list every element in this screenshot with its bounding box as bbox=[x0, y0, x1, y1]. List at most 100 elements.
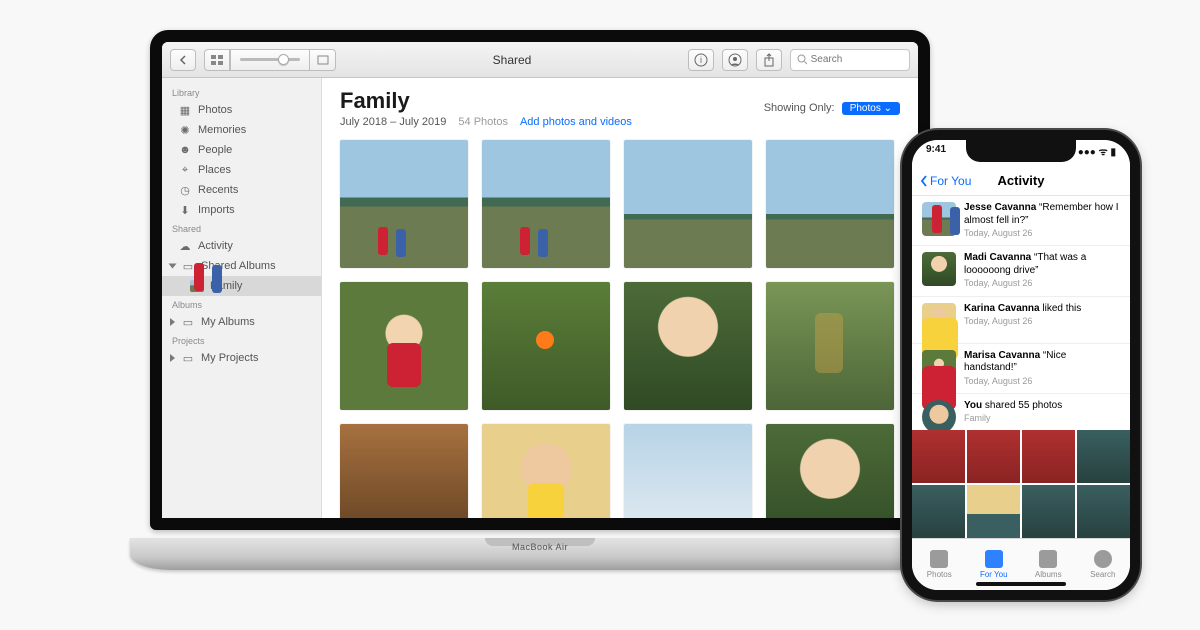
albums-icon: ▭ bbox=[181, 260, 195, 272]
macbook-base: MacBook Air bbox=[130, 538, 950, 570]
chevron-left-icon bbox=[920, 175, 928, 187]
info-button[interactable]: i bbox=[688, 49, 714, 71]
shared-thumbnails[interactable] bbox=[912, 430, 1130, 538]
search-tab-icon bbox=[1094, 550, 1112, 568]
folder-icon: ▭ bbox=[181, 352, 195, 364]
grid-view-icon[interactable] bbox=[204, 49, 230, 71]
albums-tab-icon bbox=[1039, 550, 1057, 568]
sidebar-item-shared-albums[interactable]: ▭Shared Albums bbox=[162, 256, 321, 276]
disclosure-icon[interactable] bbox=[169, 264, 177, 269]
memories-icon: ✺ bbox=[178, 124, 192, 136]
filter-label: Showing Only: bbox=[764, 102, 835, 114]
sidebar-item-people[interactable]: ☻People bbox=[162, 140, 321, 160]
sidebar-item-activity[interactable]: ☁Activity bbox=[162, 236, 321, 256]
shared-thumb[interactable] bbox=[1077, 430, 1130, 483]
sidebar-heading-library: Library bbox=[162, 84, 321, 100]
iphone-notch bbox=[966, 140, 1076, 162]
zoom-slider[interactable] bbox=[230, 49, 310, 71]
folder-icon: ▭ bbox=[181, 316, 195, 328]
photo-thumbnail[interactable] bbox=[766, 140, 894, 268]
photo-thumbnail[interactable] bbox=[340, 282, 468, 410]
photo-thumbnail[interactable] bbox=[340, 140, 468, 268]
window-toolbar: Shared i bbox=[162, 42, 918, 78]
sidebar-item-photos[interactable]: ▦Photos bbox=[162, 100, 321, 120]
disclosure-icon[interactable] bbox=[170, 318, 175, 326]
nav-title: Activity bbox=[998, 173, 1045, 188]
disclosure-icon[interactable] bbox=[170, 354, 175, 362]
sidebar-heading-projects: Projects bbox=[162, 332, 321, 348]
status-indicators: ●●● ᯤ ▮ bbox=[1078, 144, 1116, 158]
iphone-frame: 9:41 ●●● ᯤ ▮ For You Activity Jesse Cava… bbox=[902, 130, 1140, 600]
view-mode-segment[interactable] bbox=[204, 49, 336, 71]
photo-thumbnail[interactable] bbox=[766, 282, 894, 410]
activity-thumb bbox=[922, 202, 956, 236]
macbook-frame: Shared i Library ▦Pho bbox=[130, 30, 950, 570]
add-photos-link[interactable]: Add photos and videos bbox=[520, 116, 632, 128]
single-view-icon[interactable] bbox=[310, 49, 336, 71]
shared-thumb[interactable] bbox=[1077, 485, 1130, 538]
sidebar: Library ▦Photos ✺Memories ☻People ⌖Place… bbox=[162, 78, 322, 518]
activity-list[interactable]: Jesse Cavanna “Remember how I almost fel… bbox=[912, 196, 1130, 430]
shared-thumb[interactable] bbox=[912, 430, 965, 483]
activity-item[interactable]: Jesse Cavanna “Remember how I almost fel… bbox=[912, 196, 1130, 246]
filter-dropdown[interactable]: Photos ⌄ bbox=[842, 102, 900, 115]
photo-grid bbox=[340, 140, 900, 518]
chevron-down-icon: ⌄ bbox=[884, 103, 892, 114]
photo-thumbnail[interactable] bbox=[624, 282, 752, 410]
sidebar-item-recents[interactable]: ◷Recents bbox=[162, 180, 321, 200]
album-date-range: July 2018 – July 2019 bbox=[340, 116, 446, 128]
activity-thumb bbox=[922, 252, 956, 286]
photos-app-window: Shared i Library ▦Pho bbox=[162, 42, 918, 518]
people-icon: ☻ bbox=[178, 144, 192, 156]
tab-search[interactable]: Search bbox=[1076, 539, 1131, 590]
photo-thumbnail[interactable] bbox=[482, 424, 610, 518]
imports-icon: ⬇ bbox=[178, 204, 192, 216]
sidebar-item-my-albums[interactable]: ▭My Albums bbox=[162, 312, 321, 332]
sidebar-item-places[interactable]: ⌖Places bbox=[162, 160, 321, 180]
search-field[interactable] bbox=[790, 49, 910, 71]
shared-thumb[interactable] bbox=[1022, 485, 1075, 538]
avatar bbox=[922, 400, 956, 430]
search-icon bbox=[797, 54, 807, 65]
back-button[interactable] bbox=[170, 49, 196, 71]
add-people-button[interactable] bbox=[722, 49, 748, 71]
nav-bar: For You Activity bbox=[912, 166, 1130, 196]
album-thumb-icon bbox=[190, 280, 204, 292]
home-indicator[interactable] bbox=[976, 582, 1066, 586]
window-title: Shared bbox=[344, 53, 680, 67]
sidebar-item-my-projects[interactable]: ▭My Projects bbox=[162, 348, 321, 368]
photos-icon: ▦ bbox=[178, 104, 192, 116]
svg-text:i: i bbox=[700, 55, 702, 65]
sidebar-heading-shared: Shared bbox=[162, 220, 321, 236]
activity-item[interactable]: Madi Cavanna “That was a loooooong drive… bbox=[912, 246, 1130, 296]
shared-thumb[interactable] bbox=[1022, 430, 1075, 483]
activity-thumb bbox=[922, 350, 956, 384]
album-photo-count: 54 Photos bbox=[458, 116, 508, 128]
recents-icon: ◷ bbox=[178, 184, 192, 196]
places-icon: ⌖ bbox=[178, 164, 192, 176]
sidebar-item-imports[interactable]: ⬇Imports bbox=[162, 200, 321, 220]
sidebar-heading-albums: Albums bbox=[162, 296, 321, 312]
shared-thumb[interactable] bbox=[967, 485, 1020, 538]
activity-thumb bbox=[922, 303, 956, 337]
shared-thumb[interactable] bbox=[912, 485, 965, 538]
photo-thumbnail[interactable] bbox=[624, 140, 752, 268]
sidebar-item-memories[interactable]: ✺Memories bbox=[162, 120, 321, 140]
photo-thumbnail[interactable] bbox=[482, 140, 610, 268]
photo-thumbnail[interactable] bbox=[766, 424, 894, 518]
share-button[interactable] bbox=[756, 49, 782, 71]
sidebar-item-family[interactable]: Family bbox=[162, 276, 321, 296]
back-button[interactable]: For You bbox=[920, 174, 971, 188]
photo-thumbnail[interactable] bbox=[482, 282, 610, 410]
shared-thumb[interactable] bbox=[967, 430, 1020, 483]
activity-item[interactable]: Karina Cavanna liked thisToday, August 2… bbox=[912, 297, 1130, 344]
photos-tab-icon bbox=[930, 550, 948, 568]
photo-thumbnail[interactable] bbox=[340, 424, 468, 518]
device-label: MacBook Air bbox=[130, 542, 950, 552]
search-input[interactable] bbox=[811, 54, 903, 65]
filter-bar: Showing Only: Photos ⌄ bbox=[764, 102, 900, 115]
photo-thumbnail[interactable] bbox=[624, 424, 752, 518]
activity-item[interactable]: Marisa Cavanna “Nice handstand!”Today, A… bbox=[912, 344, 1130, 394]
tab-photos[interactable]: Photos bbox=[912, 539, 967, 590]
status-time: 9:41 bbox=[926, 144, 946, 158]
